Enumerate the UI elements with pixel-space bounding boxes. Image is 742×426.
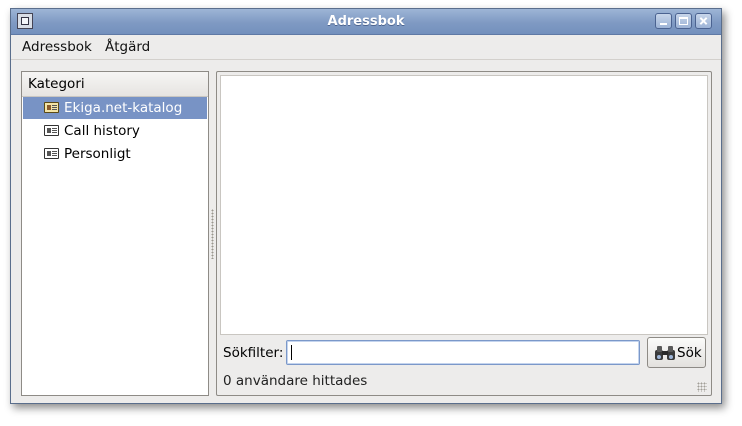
menu-bar: Adressbok Åtgärd [11,35,721,60]
menu-atgard[interactable]: Åtgärd [105,39,150,55]
resize-grip[interactable] [697,382,707,392]
category-item-personal[interactable]: Personligt [23,143,207,165]
pane-splitter-handle[interactable] [211,209,214,259]
menu-adressbok[interactable]: Adressbok [22,39,92,55]
search-button[interactable]: Sök [647,337,706,368]
contact-card-icon [44,148,59,159]
search-button-label: Sök [677,345,702,361]
category-list: Kategori Ekiga.net-katalog Call history … [21,71,209,396]
category-header-label: Kategori [28,76,85,92]
category-column-header[interactable]: Kategori [22,72,208,97]
minimize-button[interactable] [655,13,672,29]
contact-list-area[interactable] [220,75,708,335]
status-text: 0 användare hittades [223,373,368,389]
directory-card-icon [44,102,59,113]
contact-card-icon [44,125,59,136]
category-item-label: Call history [64,123,140,139]
search-filter-input[interactable] [286,340,640,365]
maximize-button[interactable] [675,13,692,29]
search-filter-label: Sökfilter: [223,345,284,361]
category-item-call-history[interactable]: Call history [23,120,207,142]
window-title: Adressbok [327,14,405,29]
close-button[interactable] [695,13,712,29]
category-item-label: Ekiga.net-katalog [64,100,183,116]
binoculars-icon [655,346,675,360]
contacts-pane: Sökfilter: Sök 0 användare hittades [216,71,712,396]
category-item-label: Personligt [64,146,131,162]
address-book-window: Adressbok Adressbok Åtgärd Kategori Ekig… [10,8,722,404]
title-bar[interactable]: Adressbok [11,9,721,35]
text-cursor [291,345,292,360]
category-item-ekiga-directory[interactable]: Ekiga.net-katalog [23,97,207,119]
